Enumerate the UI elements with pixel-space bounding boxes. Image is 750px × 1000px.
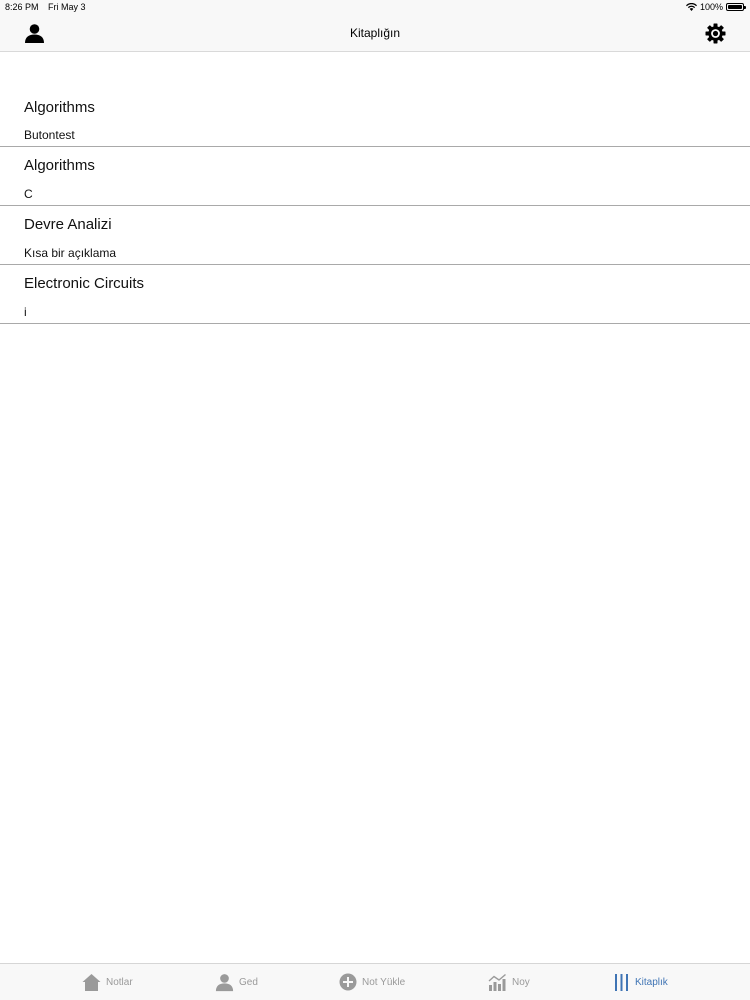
list-item-title: Algorithms (24, 157, 95, 174)
tab-label: Noy (512, 976, 530, 988)
list-item[interactable]: Electronic Circuits i (0, 265, 750, 324)
status-time: 8:26 PM (5, 2, 39, 12)
plus-circle-icon (339, 973, 357, 991)
status-right: 100% (685, 2, 746, 12)
tab-kitaplik[interactable]: Kitaplık (614, 971, 668, 993)
list-item-subtitle: i (24, 305, 27, 319)
tab-label: Not Yükle (362, 976, 406, 988)
settings-button[interactable] (705, 23, 726, 44)
library-icon (615, 973, 628, 991)
screen: 8:26 PM Fri May 3 100% Kitaplığın Algori… (0, 0, 750, 1000)
tab-label: Kitaplık (635, 976, 668, 988)
status-date: Fri May 3 (48, 2, 86, 12)
tab-label: Ged (239, 976, 258, 988)
list-item[interactable]: Devre Analizi Kısa bir açıklama (0, 206, 750, 265)
list-item-subtitle: Kısa bir açıklama (24, 246, 117, 260)
tab-ged[interactable]: Ged (215, 971, 258, 993)
page-title: Kitaplığın (349, 26, 401, 40)
list-item-title: Algorithms (24, 99, 95, 116)
tab-notlar[interactable]: Notlar (82, 971, 133, 993)
tab-noy[interactable]: Noy (488, 971, 530, 993)
list-item-title: Devre Analizi (24, 216, 112, 233)
tab-not-yukle[interactable]: Not Yükle (339, 971, 405, 993)
house-icon (82, 973, 101, 991)
chart-icon (488, 973, 506, 991)
battery-icon (726, 3, 746, 11)
wifi-icon (685, 3, 697, 11)
person-icon (215, 973, 234, 991)
list-item[interactable]: Algorithms C (0, 147, 750, 206)
library-list: Algorithms Butontest Algorithms C Devre … (0, 88, 750, 324)
tab-bar: Notlar Ged Not Yükle Noy Kitaplık (0, 963, 750, 1000)
tab-label: Notlar (106, 976, 133, 988)
list-item[interactable]: Algorithms Butontest (0, 88, 750, 147)
gear-icon (705, 23, 726, 44)
status-bar: 8:26 PM Fri May 3 100% (0, 0, 750, 16)
list-item-subtitle: Butontest (24, 128, 75, 142)
list-item-subtitle: C (24, 187, 33, 201)
battery-percent: 100% (699, 2, 723, 12)
list-item-title: Electronic Circuits (24, 275, 145, 292)
nav-bar: Kitaplığın (0, 16, 750, 52)
